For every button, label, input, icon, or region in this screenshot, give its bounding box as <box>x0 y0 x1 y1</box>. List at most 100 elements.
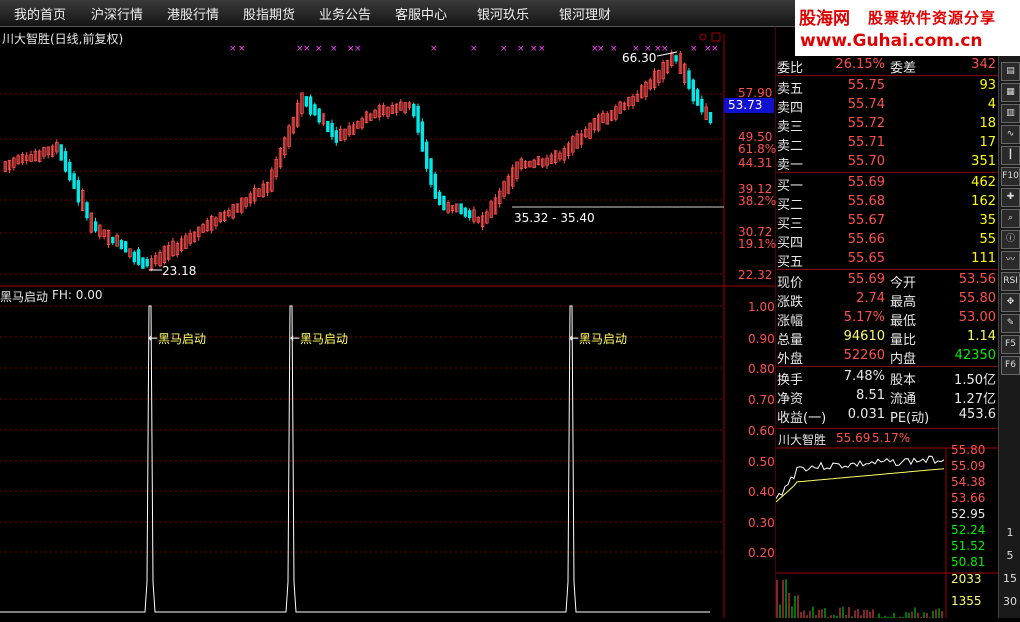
mini-y-7: 51.52 <box>951 539 986 553</box>
quote-row: 外盘 52260 内盘 42350 <box>777 347 998 367</box>
f5-icon[interactable]: F5 <box>1001 335 1020 354</box>
quote-label: 卖一 <box>777 158 804 173</box>
menu-shanghai-shenzhen[interactable]: 沪深行情 <box>91 4 143 23</box>
quote-value-2: 1.27亿 <box>954 392 996 407</box>
f6-icon[interactable]: F6 <box>1001 356 1020 375</box>
quote-value-2: 351 <box>971 154 996 169</box>
candle-body <box>424 141 429 169</box>
mini-y-3: 54.38 <box>951 475 986 489</box>
candle-body <box>111 236 115 244</box>
menu-home[interactable]: 我的首页 <box>14 4 66 23</box>
candle-icon[interactable]: ┃ <box>1001 146 1020 165</box>
mini-y-2: 55.09 <box>951 459 986 473</box>
intraday-mini-chart[interactable]: 川大智胜 55.69 5.17% 55.80 55.09 54.38 53.66… <box>775 430 998 618</box>
signal-marker: × <box>354 44 362 54</box>
candle-body <box>412 103 416 117</box>
quote-row: 卖五 55.75 93 <box>777 77 998 97</box>
candle-body <box>326 120 330 133</box>
signal-arrow-2: ← <box>290 331 301 345</box>
line-chart-icon[interactable]: ∿ <box>1001 125 1020 144</box>
quote-value: 52260 <box>843 348 885 363</box>
high-annotation: 66.30 <box>622 51 657 65</box>
quote-row: 涨幅 5.17% 最低 53.00 <box>777 309 998 329</box>
candle-body <box>695 89 700 106</box>
period-1[interactable]: 1 <box>999 526 1020 539</box>
signal-marker: × <box>315 44 323 54</box>
period-15[interactable]: 15 <box>999 572 1020 585</box>
quote-row: 换手 7.48% 股本 1.50亿 <box>777 368 998 388</box>
quote-label: 委比 <box>777 61 804 76</box>
menu-customer-service[interactable]: 客服中心 <box>395 4 447 23</box>
quote-separator <box>777 172 998 173</box>
menu-yinhe-licai[interactable]: 银河理财 <box>559 4 611 23</box>
quote-row: 买一 55.69 462 <box>777 174 998 194</box>
move-icon[interactable]: ✥ <box>1001 293 1020 312</box>
candle-body <box>674 55 678 62</box>
chart-icon[interactable]: ▤ <box>1001 62 1020 81</box>
kline-chart-area[interactable]: × × × × × × × × × × × × × × ×× × × × × × × × × <box>0 26 776 618</box>
signal-label-3: 黑马启动 <box>579 332 628 346</box>
quote-separator <box>777 366 998 367</box>
candle-body <box>433 173 437 199</box>
quote-row: 委比 26.15% 委差 342 <box>777 56 998 76</box>
f10-icon[interactable]: F10 <box>1001 167 1020 186</box>
signal-marker: × <box>530 44 538 54</box>
search-icon[interactable]: ⌕ <box>1001 209 1020 228</box>
quote-value: 55.68 <box>847 194 885 209</box>
quote-label: 总量 <box>777 333 804 348</box>
candle-body <box>68 162 72 181</box>
indicator-line <box>0 305 710 613</box>
mini-price: 55.69 <box>836 431 871 445</box>
candle-body <box>76 180 81 203</box>
grid-icon[interactable]: ▥ <box>1001 104 1020 123</box>
quote-value-2: 17 <box>979 135 996 150</box>
cross-icon[interactable]: ✚ <box>1001 188 1020 207</box>
mini-title: 川大智胜 <box>778 433 827 447</box>
signal-marker: × <box>238 44 246 54</box>
candle-body <box>313 104 317 116</box>
menu-yinhe-jiule[interactable]: 银河玖乐 <box>477 4 529 23</box>
candle-body <box>145 258 149 267</box>
quote-label: 卖三 <box>777 120 804 135</box>
candle-body <box>317 108 321 123</box>
quote-row: 现价 55.69 今开 53.56 <box>777 271 998 291</box>
chart-corner-circle <box>699 33 707 41</box>
quote-label: 涨幅 <box>777 314 804 329</box>
quote-value-2: 42350 <box>954 348 996 363</box>
quote-value-2: 1.50亿 <box>954 373 996 388</box>
range-annotation: 35.32 - 35.40 <box>514 211 595 225</box>
quote-value: 55.75 <box>847 78 885 93</box>
rsi-icon[interactable]: RSI <box>1001 272 1020 291</box>
trend-icon[interactable]: 〰 <box>1001 251 1020 270</box>
menu-announcements[interactable]: 业务公告 <box>319 4 371 23</box>
candle-body <box>304 96 308 107</box>
pen-icon[interactable]: ✎ <box>1001 314 1020 333</box>
table-icon[interactable]: ▦ <box>1001 83 1020 102</box>
quote-separator <box>777 428 998 429</box>
quote-label-2: 委差 <box>890 61 917 76</box>
y-label-3: 44.31 <box>738 156 773 170</box>
quote-value: 55.67 <box>847 213 885 228</box>
period-30[interactable]: 30 <box>999 595 1020 608</box>
candle-body <box>708 112 713 124</box>
period-5[interactable]: 5 <box>999 549 1020 562</box>
quote-label: 卖二 <box>777 139 804 154</box>
quote-value: 7.48% <box>843 369 885 384</box>
quote-value-2: 342 <box>971 57 996 72</box>
info-icon[interactable]: ⓘ <box>1001 230 1020 249</box>
quote-label-2: 今开 <box>890 276 917 291</box>
quote-value: 55.66 <box>847 232 885 247</box>
quote-value: 55.65 <box>847 251 885 266</box>
quote-value: 55.69 <box>847 272 885 287</box>
menu-futures[interactable]: 股指期货 <box>243 4 295 23</box>
candle-body <box>72 173 76 189</box>
logo-url: www.Guhai.com.cn <box>800 31 983 51</box>
quote-value: 26.15% <box>835 57 885 72</box>
signal-label-1: 黑马启动 <box>158 332 207 346</box>
quote-label-2: 流通 <box>890 392 917 407</box>
quote-label: 收益(一) <box>777 411 827 426</box>
quote-label: 卖四 <box>777 101 804 116</box>
signal-marker: × <box>610 44 618 54</box>
menu-hk-market[interactable]: 港股行情 <box>167 4 219 23</box>
ind-y-9: 0.20 <box>748 546 775 560</box>
